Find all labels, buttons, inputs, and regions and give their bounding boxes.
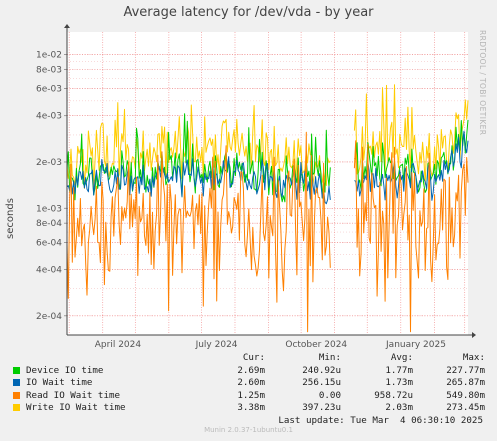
plot-area xyxy=(67,32,468,335)
header-cur: Cur: xyxy=(242,352,265,363)
legend-swatch-write-wait xyxy=(13,404,20,411)
x-tick-label: January 2025 xyxy=(385,340,446,350)
header-max: Max: xyxy=(462,352,485,363)
x-tick-label: April 2024 xyxy=(95,340,142,350)
value-min: 256.15u xyxy=(302,377,341,388)
legend-label: Write IO Wait time xyxy=(26,402,126,413)
value-max: 549.80m xyxy=(446,389,485,401)
value-avg: 1.77m xyxy=(385,364,413,376)
chart-frame: Average latency for /dev/vda - by year R… xyxy=(0,0,497,441)
y-tick-label: 1e-02 xyxy=(36,50,62,60)
header-min: Min: xyxy=(318,352,341,363)
legend-swatch-io-wait xyxy=(13,379,20,386)
value-avg: 958.72u xyxy=(374,389,413,401)
legend-last-update-row: Last update: Tue Mar 4 06:30:10 2025 xyxy=(13,415,483,427)
value-avg: 2.03m xyxy=(385,402,413,413)
value-min: 397.23u xyxy=(302,402,341,413)
value-avg: 1.73m xyxy=(385,377,413,388)
header-avg: Avg: xyxy=(390,352,413,363)
y-tick-label: 1e-03 xyxy=(36,204,62,214)
y-tick-label: 6e-03 xyxy=(36,85,62,95)
legend-row-read-wait: Read IO Wait time 1.25m 0.00 958.72u 549… xyxy=(13,389,485,402)
y-tick-label: 2e-04 xyxy=(36,312,62,322)
y-axis-arrow xyxy=(64,24,70,28)
value-min: 0.00 xyxy=(318,389,341,401)
value-cur: 3.38m xyxy=(237,402,265,413)
value-cur: 2.60m xyxy=(237,377,265,388)
legend-row-write-wait: Write IO Wait time 3.38m 397.23u 2.03m 2… xyxy=(13,402,485,414)
value-cur: 1.25m xyxy=(237,389,265,401)
last-update: Last update: Tue Mar 4 06:30:10 2025 xyxy=(278,414,483,426)
value-max: 227.77m xyxy=(446,364,485,376)
y-tick-label: 8e-03 xyxy=(36,65,62,75)
y-tick-label: 2e-03 xyxy=(36,158,62,168)
legend-swatch-device-io xyxy=(13,366,20,374)
legend-label: Read IO Wait time xyxy=(26,389,121,401)
legend-label: IO Wait time xyxy=(26,377,93,388)
value-min: 240.92u xyxy=(302,364,341,376)
legend-header-row: Cur: Min: Avg: Max: xyxy=(13,352,485,364)
legend-row-io-wait: IO Wait time 2.60m 256.15u 1.73m 265.87m xyxy=(13,377,485,389)
y-tick-label: 8e-04 xyxy=(36,219,62,229)
legend-label: Device IO time xyxy=(26,364,104,376)
latency-chart: 2e-04 4e-04 6e-04 8e-04 1e-03 2e-03 4e-03 6e-03… xyxy=(36,24,476,350)
legend-row-device-io: Device IO time 2.69m 240.92u 1.77m 227.7… xyxy=(13,364,485,377)
y-tick-label: 6e-04 xyxy=(36,238,62,248)
value-max: 265.87m xyxy=(446,377,485,388)
legend-swatch-read-wait xyxy=(13,391,20,399)
x-tick-label: July 2024 xyxy=(195,340,238,350)
y-tick-label: 4e-04 xyxy=(36,265,62,275)
x-axis-arrow xyxy=(472,332,476,338)
value-max: 273.45m xyxy=(446,402,485,413)
munin-footer: Munin 2.0.37-1ubuntu0.1 xyxy=(204,426,293,434)
value-cur: 2.69m xyxy=(237,364,265,376)
y-tick-label: 4e-03 xyxy=(36,112,62,122)
x-tick-label: October 2024 xyxy=(285,340,347,350)
